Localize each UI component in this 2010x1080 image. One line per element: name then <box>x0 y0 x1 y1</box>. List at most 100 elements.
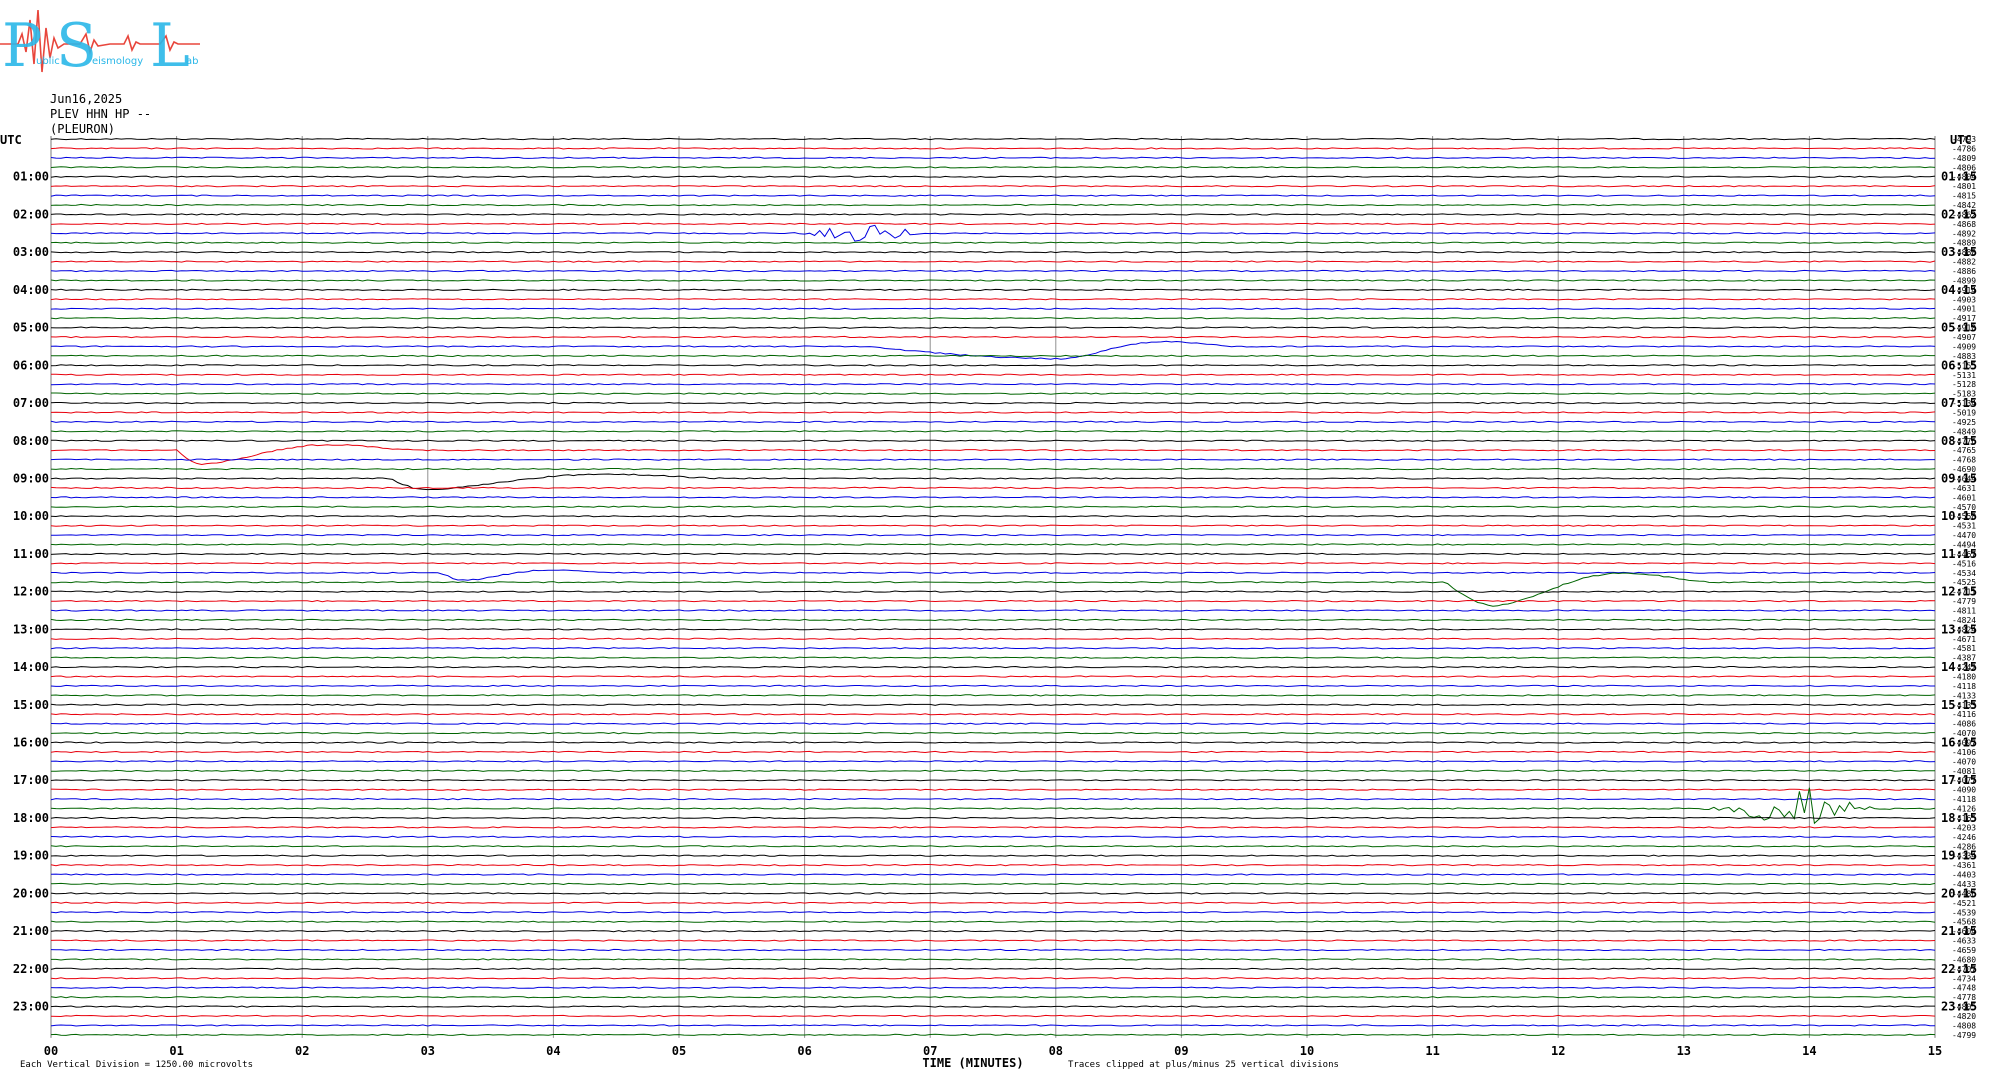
left-hour-label: 02:00 <box>13 207 49 221</box>
seismogram-trace <box>50 769 1936 772</box>
seismogram-trace <box>50 760 1936 763</box>
seismogram-trace <box>51 392 1936 395</box>
trace-offset-label: -4805 <box>1952 1003 1976 1012</box>
left-hour-label: 03:00 <box>13 245 49 259</box>
trace-offset-label: -4815 <box>1952 192 1976 201</box>
seismogram-trace <box>50 656 1936 659</box>
seismogram-trace <box>50 911 1936 914</box>
seismogram-trace <box>50 194 1936 197</box>
x-tick-label: 15 <box>1928 1044 1942 1058</box>
seismogram-trace <box>50 458 1935 461</box>
trace-offset-label: -4786 <box>1952 144 1976 153</box>
seismogram-trace <box>50 307 1936 310</box>
seismogram-trace <box>50 647 1936 650</box>
left-hour-label: 21:00 <box>13 924 49 938</box>
trace-offset-label: -4849 <box>1952 427 1976 436</box>
seismogram-trace <box>50 444 1936 466</box>
seismogram-trace <box>50 156 1936 160</box>
left-hour-label: 07:00 <box>13 396 49 410</box>
helicorder-plot: 01:00 02:00 03:00 04:00 05:00 06:00 07:00 08:00… <box>0 133 1977 1070</box>
seismogram-trace <box>50 185 1936 188</box>
seismogram-trace <box>50 939 1936 942</box>
trace-offset-label: -4778 <box>1952 993 1976 1002</box>
trace-offset-label: -4286 <box>1952 842 1976 851</box>
seismogram-trace <box>50 430 1936 433</box>
trace-offset-label: -4090 <box>1952 786 1976 795</box>
seismogram-trace <box>50 637 1936 640</box>
seismogram-trace <box>50 609 1936 612</box>
left-hour-label: 14:00 <box>13 660 49 674</box>
seismogram-traces <box>50 137 1936 1036</box>
trace-offset-label: -4521 <box>1952 899 1976 908</box>
trace-offset-label: -4820 <box>1952 1012 1976 1021</box>
trace-offset-label: -4116 <box>1952 710 1976 719</box>
seismogram-trace <box>50 269 1936 273</box>
trace-offset-label: -5131 <box>1952 371 1976 380</box>
trace-offset-label: -4165 <box>1952 814 1976 823</box>
seismogram-trace <box>50 920 1936 923</box>
trace-offset-label: -4387 <box>1952 654 1976 663</box>
trace-offset-label: -4806 <box>1952 163 1976 172</box>
trace-offset-label: -4644 <box>1952 474 1976 483</box>
seismogram-trace <box>50 1033 1936 1036</box>
seismogram-trace <box>50 665 1936 669</box>
seismogram-trace <box>50 175 1936 178</box>
trace-offset-label: -4133 <box>1952 691 1976 700</box>
left-hour-label: 09:00 <box>13 471 49 485</box>
trace-offset-label: -4765 <box>1952 446 1976 455</box>
seismogram-trace <box>50 166 1936 169</box>
trace-offset-label: -4534 <box>1952 569 1976 578</box>
left-hour-label: 15:00 <box>13 698 49 712</box>
trace-offset-label: -4776 <box>1952 437 1976 446</box>
trace-offset-label: -4525 <box>1952 578 1976 587</box>
trace-offset-label: -4779 <box>1952 597 1976 606</box>
trace-offset-label: -4842 <box>1952 201 1976 210</box>
x-tick-label: 06 <box>797 1044 811 1058</box>
clip-note: Traces clipped at plus/minus 25 vertical… <box>1068 1060 1339 1070</box>
trace-offset-label: -4925 <box>1952 418 1976 427</box>
trace-offset-label: -4601 <box>1952 493 1976 502</box>
trace-offset-label: -4081 <box>1952 767 1976 776</box>
seismogram-trace <box>50 335 1936 339</box>
trace-offset-label: -4680 <box>1952 955 1976 964</box>
seismogram-trace <box>50 873 1936 876</box>
left-hour-label: 05:00 <box>13 321 49 335</box>
trace-offset-label: -4106 <box>1952 748 1976 757</box>
seismogram-trace <box>50 147 1936 150</box>
seismogram-trace <box>50 1014 1936 1018</box>
seismogram-trace <box>51 958 1936 961</box>
left-hour-label: 11:00 <box>13 547 49 561</box>
seismogram-trace <box>50 835 1936 838</box>
left-hour-label: 06:00 <box>13 358 49 372</box>
seismogram-trace <box>50 364 1936 367</box>
trace-offset-label: -5134 <box>1952 399 1976 408</box>
trace-offset-label: -4604 <box>1952 927 1976 936</box>
trace-offset-label: -4889 <box>1952 239 1976 248</box>
seismogram-trace <box>50 948 1936 952</box>
seismogram-trace <box>50 241 1936 244</box>
seismogram-trace <box>50 628 1936 631</box>
seismogram-trace <box>50 826 1936 829</box>
x-tick-label: 14 <box>1802 1044 1816 1058</box>
trace-offset-label: -5128 <box>1952 380 1976 389</box>
seismogram-trace <box>50 599 1936 603</box>
seismogram-trace <box>50 203 1936 207</box>
x-tick-label: 03 <box>421 1044 435 1058</box>
seismogram-trace <box>50 967 1936 970</box>
seismogram-trace <box>50 515 1936 518</box>
x-tick-label: 11 <box>1425 1044 1439 1058</box>
trace-offset-label: -4882 <box>1952 258 1976 267</box>
trace-offset-label: -4581 <box>1952 644 1976 653</box>
seismogram-trace <box>50 486 1936 490</box>
seismogram-trace <box>50 505 1936 508</box>
seismogram-trace <box>50 816 1936 820</box>
trace-offset-label: -4707 <box>1952 965 1976 974</box>
trace-offset-label: -4531 <box>1952 522 1976 531</box>
seismogram-trace <box>50 473 1936 491</box>
left-hour-label: 17:00 <box>13 773 49 787</box>
trace-offset-label: -4907 <box>1952 333 1976 342</box>
seismogram-trace <box>50 929 1936 933</box>
left-hour-label: 20:00 <box>13 886 49 900</box>
trace-offset-label: -4892 <box>1952 229 1976 238</box>
seismogram-trace <box>50 901 1936 904</box>
